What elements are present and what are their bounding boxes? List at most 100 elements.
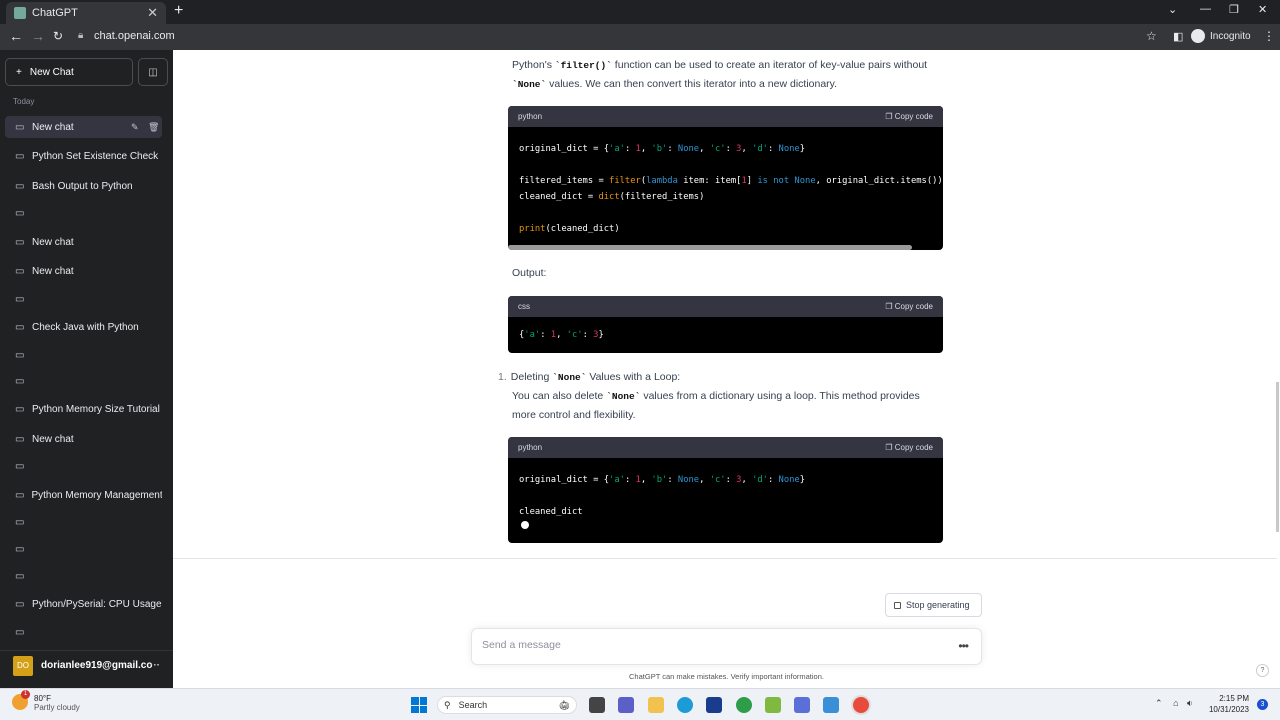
new-tab-icon[interactable]: + [174,2,183,20]
sidebar-chat-label: Python Memory Size Tutorial [32,403,160,415]
reload-icon[interactable]: ↻ [53,29,63,43]
teams-icon[interactable] [618,697,634,713]
text: Python's [512,59,555,71]
address-bar-row: ← → ↻ 🔒︎ chat.openai.com ☆ ◧ Incognito ⋮ [0,24,1280,50]
close-tab-icon[interactable]: ✕ [147,5,158,21]
more-icon[interactable]: ••• [958,639,969,653]
chat-bubble-icon: ▭ [15,207,25,219]
taskbar-search[interactable]: ⚲ Search 🎃︎ [437,696,577,714]
chat-bubble-icon: ▭ [15,433,25,445]
clock[interactable]: 2:15 PM 10/31/2023 [1203,693,1249,715]
code-content: original_dict = {'a': 1, 'b': None, 'c':… [519,475,806,517]
file-explorer-icon[interactable] [648,697,664,713]
text: values from a dictionary using a loop. T… [640,390,920,402]
system-tray[interactable]: ⌃ ⌂ 🔉︎ [1155,698,1193,709]
vpn-icon[interactable] [794,697,810,713]
tab-search-icon[interactable]: ⌄ [1168,3,1177,16]
sidebar-chat-item[interactable]: ▭ Check Java with Python [5,316,162,338]
start-button[interactable] [411,697,427,713]
new-chat-button[interactable]: + New Chat [5,58,133,86]
sidebar-chat-item[interactable]: ▭ [5,538,162,560]
sidebar-chat-item[interactable]: ▭ New chat [5,260,162,282]
sidebar-chat-item[interactable]: ▭ Python/PySerial: CPU Usage [5,593,162,615]
forward-icon[interactable]: → [31,28,45,44]
more-icon[interactable]: ··· [150,660,160,671]
user-menu[interactable]: DO dorianlee919@gmail.co ··· [0,650,173,680]
copy-code-button[interactable]: ❐ Copy code [885,112,933,121]
chat-bubble-icon: ▭ [15,121,25,133]
new-chat-label: New Chat [29,66,74,78]
back-icon[interactable]: ← [9,28,23,44]
toggle-sidebar-button[interactable]: ◫ [138,58,168,86]
app-icon[interactable] [823,697,839,713]
chat-bubble-icon: ▭ [15,293,25,305]
lock-icon[interactable]: 🔒︎ [78,30,83,41]
trash-icon[interactable]: 🗑︎ [148,122,159,133]
sidebar-chat-item[interactable]: ▭ [5,344,162,366]
sidebar-chat-item[interactable]: ▭ New chat [5,231,162,253]
sidebar-chat-item[interactable]: ▭ [5,288,162,310]
browser-tab[interactable]: ChatGPT ✕ [6,2,166,24]
volume-icon: 🔉︎ [1187,698,1193,708]
code-block-header: python ❐ Copy code [508,106,943,127]
code-block-output: css ❐ Copy code {'a': 1, 'c': 3} [508,296,943,353]
sidebar-chat-item[interactable]: ▭ Python Set Existence Check [5,145,162,167]
chat-bubble-icon: ▭ [15,375,25,387]
app-icon[interactable] [765,697,781,713]
sidebar-chat-item[interactable]: ▭ [5,621,162,643]
store-icon[interactable] [706,697,722,713]
weather-widget[interactable]: 1 80°F Partly cloudy [12,690,80,712]
chat-bubble-icon: ▭ [15,236,25,248]
sidebar-chat-item[interactable]: ▭ [5,202,162,224]
chat-bubble-icon: ▭ [15,626,25,638]
message-input[interactable] [482,639,922,651]
chrome-icon[interactable] [736,697,752,713]
sidebar-chat-item[interactable]: ▭ [5,455,162,477]
browser-menu-icon[interactable]: ⋮ [1263,29,1275,43]
sidebar-chat-item[interactable]: ▭ Python Memory Size Tutorial [5,398,162,420]
chrome-active-icon[interactable] [853,697,869,713]
copy-code-button[interactable]: ❐ Copy code [885,443,933,452]
sidebar-chat-item[interactable]: ▭ [5,511,162,533]
url-field[interactable]: chat.openai.com [94,30,175,42]
code-block-filter: python ❐ Copy code original_dict = {'a':… [508,106,943,250]
vertical-scrollbar[interactable] [1276,382,1279,532]
notification-badge[interactable]: 3 [1257,699,1268,710]
stop-label: Stop generating [906,600,970,610]
task-view-icon[interactable] [589,697,605,713]
inline-code: `None` [606,391,641,402]
minimize-icon[interactable]: — [1200,3,1211,15]
sidebar: + New Chat ◫ Today ▭ New chat ✎ 🗑︎ ▭ Python S… [0,50,173,688]
code-block-header: css ❐ Copy code [508,296,943,317]
chat-bubble-icon: ▭ [15,543,25,555]
sidebar-chat-item[interactable]: ▭ Bash Output to Python [5,175,162,197]
copy-code-label: Copy code [894,443,933,452]
sidebar-chat-item[interactable]: ▭ New chat ✎ 🗑︎ [5,116,162,138]
edit-icon[interactable]: ✎ [131,122,139,133]
close-window-icon[interactable]: ✕ [1258,3,1267,16]
chat-bubble-icon: ▭ [15,403,25,415]
bookmark-star-icon[interactable]: ☆ [1146,29,1157,43]
copy-code-button[interactable]: ❐ Copy code [885,302,933,311]
edge-icon[interactable] [677,697,693,713]
help-button[interactable]: ? [1256,664,1269,677]
maximize-icon[interactable]: ❐ [1229,3,1239,16]
browser-tab-strip: ChatGPT ✕ + ⌄ — ❐ ✕ [0,0,1280,24]
copy-code-label: Copy code [894,302,933,311]
sidebar-chat-item[interactable]: ▭ [5,565,162,587]
sidebar-chat-item[interactable]: ▭ Python Memory Management [5,484,162,506]
copy-code-label: Copy code [894,112,933,121]
horizontal-scrollbar[interactable] [508,245,912,250]
sidebar-chat-label: New chat [32,265,74,277]
chat-bubble-icon: ▭ [15,321,25,333]
stop-icon [894,601,901,609]
output-label: Output: [512,267,547,279]
stop-generating-button[interactable]: Stop generating [885,593,982,617]
sidebar-chat-item[interactable]: ▭ New chat [5,428,162,450]
sidebar-chat-label: Check Java with Python [32,321,139,333]
chat-bubble-icon: ▭ [15,516,25,528]
search-label: Search [458,700,488,710]
incognito-badge[interactable]: Incognito [1191,29,1251,43]
sidebar-chat-item[interactable]: ▭ [5,370,162,392]
side-panel-icon[interactable]: ◧ [1173,30,1183,43]
